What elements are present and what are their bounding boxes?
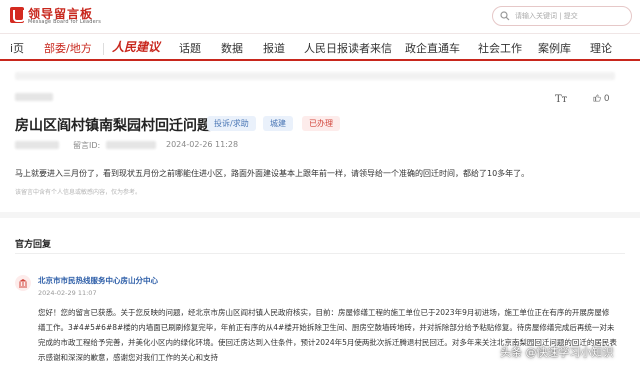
nav-item-ministries-local[interactable]: 部委/地方 (44, 40, 92, 56)
status-badge: 已办理 (302, 116, 340, 131)
blurred-breadcrumb (15, 72, 615, 80)
page-title: 房山区阎村镇南梨园村回迁问题 (15, 118, 211, 134)
nav-item-theory[interactable]: 理论 (590, 40, 612, 56)
nav-separator (103, 43, 104, 55)
tag-urban-construction[interactable]: 城建 (263, 116, 293, 131)
government-building-icon (15, 275, 31, 291)
post-date: 2024-02-26 11:28 (166, 140, 239, 149)
font-size-icon[interactable]: Tт (555, 94, 567, 105)
blurred-author (15, 93, 53, 101)
nav-item-case-library[interactable]: 案例库 (538, 40, 571, 56)
reply-text-line: 您好！您的留言已获悉。关于您反映的问题，经北京市房山区阎村镇人民政府核实，目前：… (38, 308, 610, 317)
search-icon[interactable] (500, 11, 510, 21)
reply-text-line: 示感谢和深深的歉意，感谢您对我们工作的关心和支持 (38, 353, 218, 362)
nav-item-social-work[interactable]: 社会工作 (478, 40, 522, 56)
section-divider (0, 212, 640, 218)
watermark-text: 头条 @快速学习小知识 (500, 346, 614, 359)
official-reply-heading: 官方回复 (15, 240, 52, 250)
nav-item-topics[interactable]: 话题 (179, 40, 201, 56)
nav-item-people-suggestions[interactable]: 人民建议 (112, 38, 160, 55)
logo-icon[interactable] (10, 7, 25, 23)
like-count: 0 (603, 94, 610, 104)
site-logo-subtitle: Message Board for Leaders (28, 19, 102, 25)
disclaimer-text: 该留言中含有个人信息或敏感内容，仅为参考。 (15, 189, 142, 196)
nav-item-reports[interactable]: 报道 (263, 40, 285, 56)
search-input[interactable]: 请输入关键词 | 提交 (492, 6, 632, 26)
reply-org-name[interactable]: 北京市市民热线服务中心房山分中心 (38, 275, 158, 286)
top-header: 领导留言板 Message Board for Leaders 请输入关键词 |… (0, 0, 640, 32)
nav-item-gov-enterprise[interactable]: 政企直通车 (405, 40, 460, 56)
reply-date: 2024-02-29 11:07 (38, 289, 97, 297)
reply-text-line: 缮工作。3#4#5#6#8#楼的内墙面已刷刷修复完毕，年前正有序的从4#楼开始拆… (38, 323, 615, 332)
blurred-message-id (106, 141, 156, 149)
section-underline (15, 253, 625, 254)
message-id-label: 留言ID: (73, 141, 101, 150)
message-body: 马上就要进入三月份了，看到现状五月份之前哪能住进小区，路面外面建设基本上跟年前一… (15, 169, 530, 178)
main-nav: i页 部委/地方 人民建议 话题 数据 报道 人民日报读者来信 政企直通车 社会… (0, 33, 640, 61)
blurred-region (15, 141, 59, 149)
tag-complaint[interactable]: 投诉/求助 (207, 116, 256, 131)
thumbs-up-icon (593, 94, 601, 102)
search-placeholder: 请输入关键词 | 提交 (515, 12, 578, 20)
nav-item-readers-letters[interactable]: 人民日报读者来信 (304, 40, 392, 56)
like-button[interactable]: 0 (593, 94, 610, 104)
nav-item-home[interactable]: i页 (10, 40, 24, 56)
nav-item-data[interactable]: 数据 (221, 40, 243, 56)
